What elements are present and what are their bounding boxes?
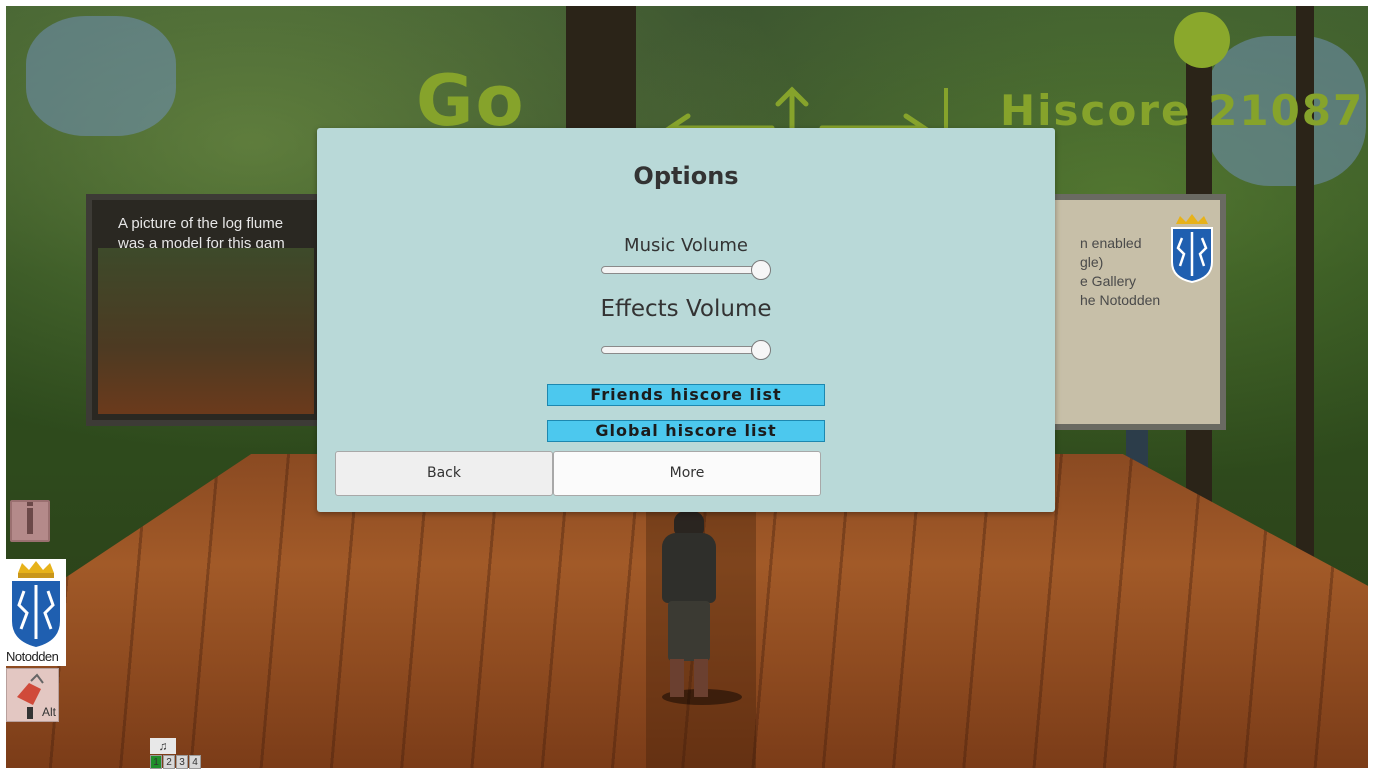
crest-label: Notodden xyxy=(6,648,66,666)
info-glyph xyxy=(27,502,33,534)
sky-patch xyxy=(26,16,176,136)
tree-trunk xyxy=(566,6,636,136)
board-text-line: he Notodden xyxy=(1080,292,1161,308)
music-volume-label: Music Volume xyxy=(624,235,748,256)
friends-hiscore-button[interactable]: Friends hiscore list xyxy=(547,384,825,406)
more-button[interactable]: More xyxy=(553,451,821,496)
board-text: n enabled gle) e Gallery he Notodden xyxy=(1080,234,1160,310)
track-button[interactable]: 2 xyxy=(163,755,175,769)
effects-volume-label: Effects Volume xyxy=(600,296,772,322)
slider-track[interactable] xyxy=(601,266,765,274)
board-text-line: e Gallery xyxy=(1080,273,1137,289)
slider-knob[interactable] xyxy=(751,260,771,280)
effects-volume-slider[interactable] xyxy=(601,340,771,360)
player-character xyxy=(656,511,742,706)
notodden-crest-button[interactable] xyxy=(6,559,66,649)
character-legs xyxy=(668,601,710,661)
slider-knob[interactable] xyxy=(751,340,771,360)
character-leg xyxy=(694,659,708,697)
info-board-left: A picture of the log flume was a model f… xyxy=(86,194,326,426)
sun-ball-icon xyxy=(1174,12,1230,68)
music-volume-slider[interactable] xyxy=(601,260,771,280)
hiscore-display: Hiscore 21087 xyxy=(1000,86,1365,135)
global-hiscore-button[interactable]: Global hiscore list xyxy=(547,420,825,442)
alt-label: Alt xyxy=(41,705,56,719)
go-sign: Go xyxy=(416,60,526,142)
music-note-icon: ♫ xyxy=(150,738,176,754)
notodden-crest-icon xyxy=(1171,214,1213,284)
track-button[interactable]: 1 xyxy=(150,755,162,769)
slider-track[interactable] xyxy=(601,346,765,354)
info-icon[interactable] xyxy=(10,500,50,542)
options-dialog: Options Music Volume Effects Volume Frie… xyxy=(317,128,1055,512)
alt-button[interactable]: Alt xyxy=(6,668,59,722)
character-torso xyxy=(662,533,716,603)
track-button[interactable]: 4 xyxy=(189,755,201,769)
board-text-line: gle) xyxy=(1080,254,1104,270)
info-board-right: n enabled gle) e Gallery he Notodden xyxy=(1046,194,1226,430)
dialog-title: Options xyxy=(633,162,739,190)
board-text-line: n enabled xyxy=(1080,235,1142,251)
board-text-line: A picture of the log flume xyxy=(118,215,284,232)
character-leg xyxy=(670,659,684,697)
track-button[interactable]: 3 xyxy=(176,755,188,769)
notodden-crest-icon xyxy=(12,561,60,647)
log-flume-picture xyxy=(98,248,314,414)
back-button[interactable]: Back xyxy=(335,451,553,496)
